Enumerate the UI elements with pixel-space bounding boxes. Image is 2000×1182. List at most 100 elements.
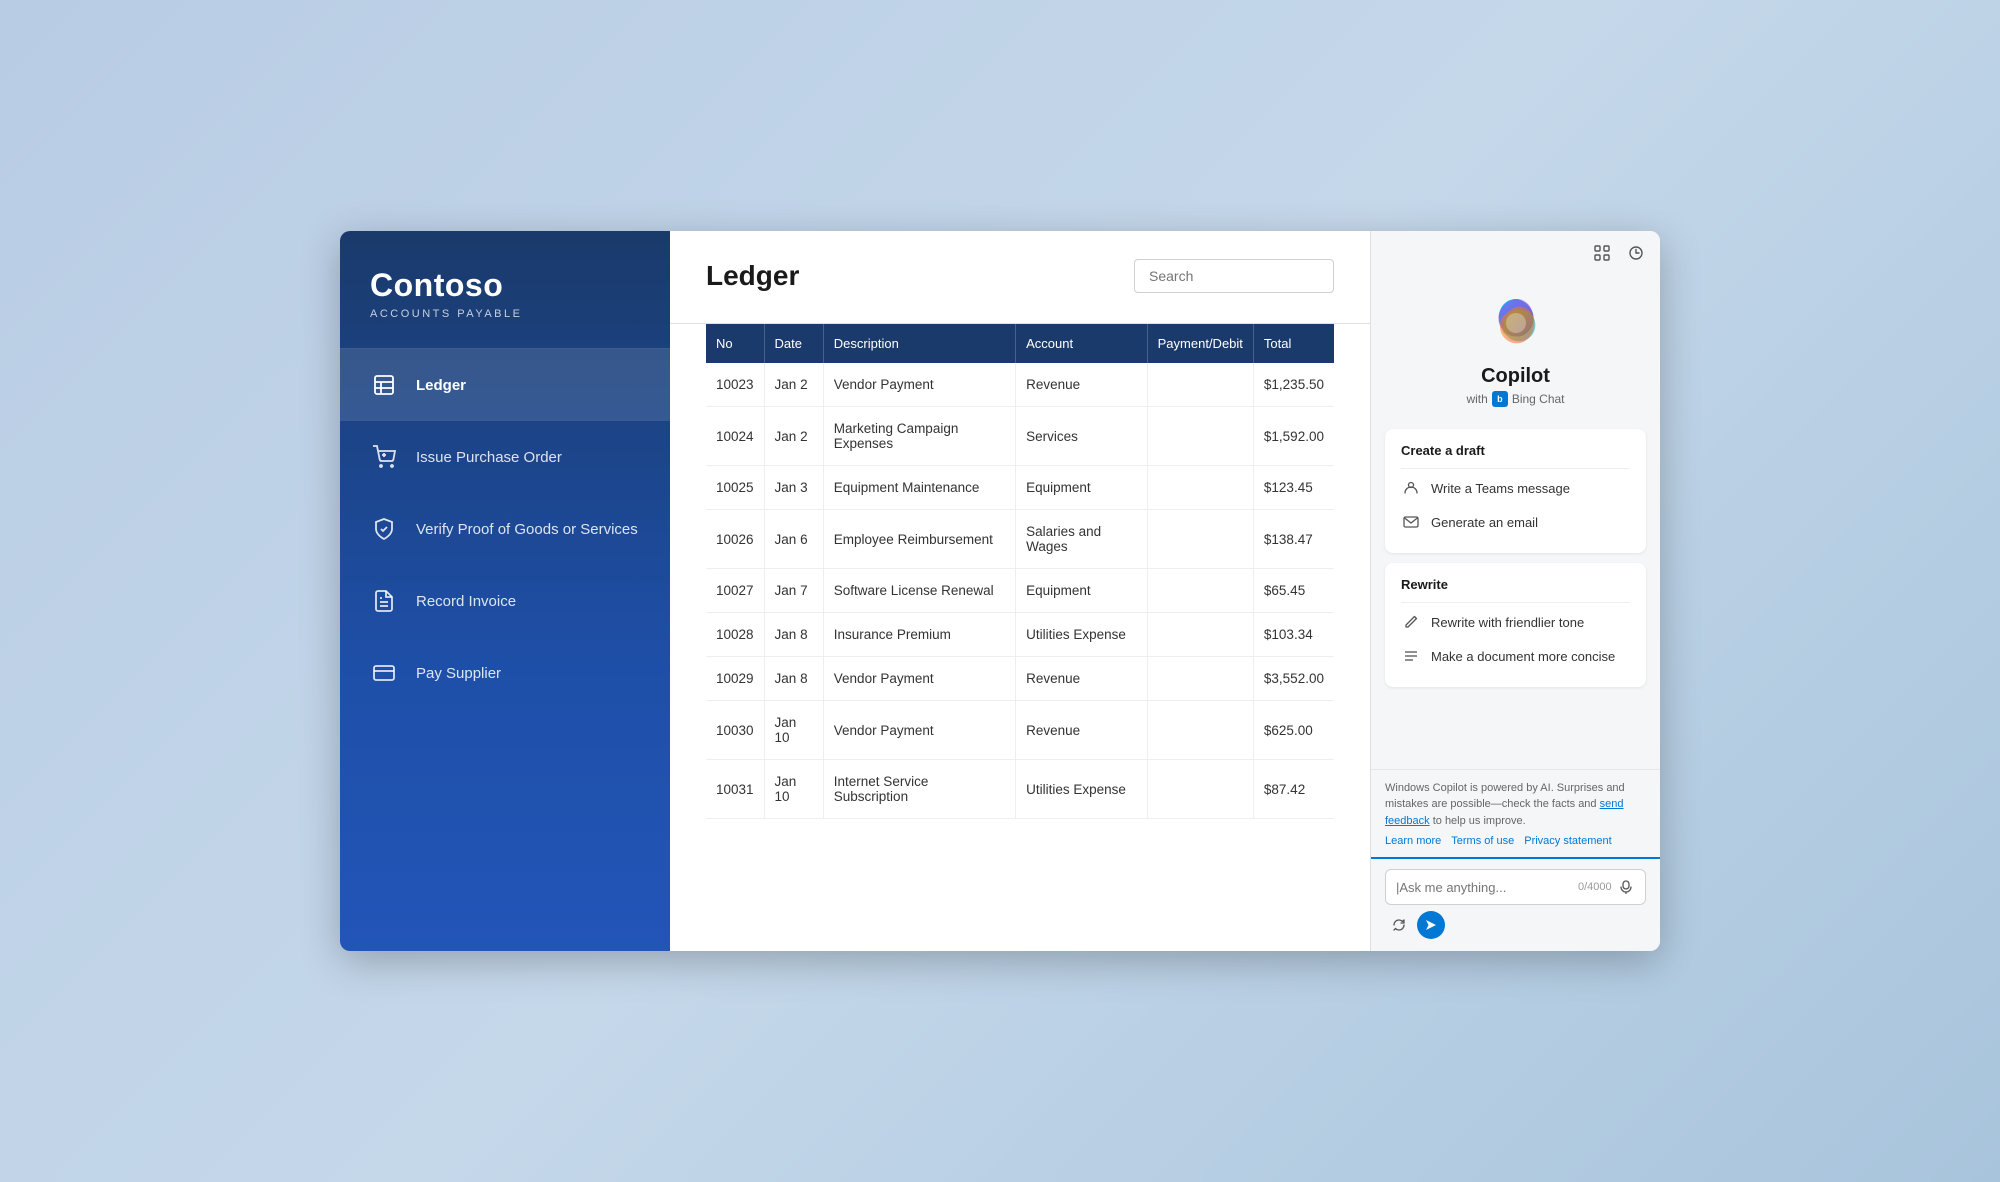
cell-description: Equipment Maintenance	[823, 466, 1015, 510]
copilot-input-area: 0/4000	[1371, 857, 1660, 951]
pay-icon	[370, 659, 398, 687]
rewrite-divider	[1401, 602, 1630, 603]
sidebar-item-ledger-label: Ledger	[416, 377, 466, 394]
sidebar-item-purchase-order[interactable]: Issue Purchase Order	[340, 421, 670, 493]
cell-no: 10027	[706, 569, 764, 613]
cell-account: Salaries and Wages	[1016, 510, 1148, 569]
main-title-row: Ledger	[706, 259, 1334, 293]
cell-date: Jan 10	[764, 701, 823, 760]
sidebar-item-invoice-label: Record Invoice	[416, 593, 516, 610]
sidebar-item-purchase-label: Issue Purchase Order	[416, 449, 562, 466]
generate-email-action[interactable]: Generate an email	[1401, 505, 1630, 539]
cell-date: Jan 3	[764, 466, 823, 510]
table-row[interactable]: 10024Jan 2Marketing Campaign ExpensesSer…	[706, 407, 1334, 466]
mic-icon[interactable]	[1618, 876, 1635, 898]
generate-email-label: Generate an email	[1431, 515, 1538, 530]
table-row[interactable]: 10027Jan 7Software License RenewalEquipm…	[706, 569, 1334, 613]
cell-payment_debit	[1147, 613, 1253, 657]
cell-total: $625.00	[1253, 701, 1334, 760]
cell-total: $138.47	[1253, 510, 1334, 569]
table-row[interactable]: 10031Jan 10Internet Service Subscription…	[706, 760, 1334, 819]
verify-icon	[370, 515, 398, 543]
cell-date: Jan 7	[764, 569, 823, 613]
cell-account: Revenue	[1016, 363, 1148, 407]
copilot-header: Copilot with b Bing Chat	[1371, 275, 1660, 421]
cell-description: Vendor Payment	[823, 657, 1015, 701]
cell-no: 10026	[706, 510, 764, 569]
friendlier-tone-action[interactable]: Rewrite with friendlier tone	[1401, 605, 1630, 639]
copilot-panel: Copilot with b Bing Chat Create a draft …	[1370, 231, 1660, 951]
cell-no: 10031	[706, 760, 764, 819]
col-date: Date	[764, 324, 823, 363]
cell-total: $87.42	[1253, 760, 1334, 819]
footer-links: Learn more Terms of use Privacy statemen…	[1385, 835, 1646, 847]
rewrite-title: Rewrite	[1401, 577, 1630, 592]
sidebar-item-pay-supplier[interactable]: Pay Supplier	[340, 637, 670, 709]
sidebar-item-verify-label: Verify Proof of Goods or Services	[416, 521, 638, 538]
cell-payment_debit	[1147, 569, 1253, 613]
refresh-tool-button[interactable]	[1385, 911, 1413, 939]
cell-total: $65.45	[1253, 569, 1334, 613]
send-button[interactable]	[1417, 911, 1445, 939]
search-input[interactable]	[1134, 259, 1334, 293]
sidebar-item-verify-proof[interactable]: Verify Proof of Goods or Services	[340, 493, 670, 565]
col-payment-debit: Payment/Debit	[1147, 324, 1253, 363]
table-row[interactable]: 10026Jan 6Employee ReimbursementSalaries…	[706, 510, 1334, 569]
char-count: 0/4000	[1578, 881, 1612, 893]
cell-account: Equipment	[1016, 466, 1148, 510]
history-icon[interactable]	[1622, 239, 1650, 267]
ledger-table: No Date Description Account Payment/Debi…	[706, 324, 1334, 819]
cell-payment_debit	[1147, 760, 1253, 819]
rewrite-card: Rewrite Rewrite with friendlier tone Mak…	[1385, 563, 1646, 687]
cell-date: Jan 2	[764, 407, 823, 466]
cell-description: Insurance Premium	[823, 613, 1015, 657]
ledger-table-container: No Date Description Account Payment/Debi…	[670, 324, 1370, 951]
footer-disclaimer: Windows Copilot is powered by AI. Surpri…	[1385, 780, 1646, 830]
col-description: Description	[823, 324, 1015, 363]
sidebar-item-ledger[interactable]: Ledger	[340, 349, 670, 421]
cell-date: Jan 8	[764, 613, 823, 657]
page-title: Ledger	[706, 260, 799, 292]
more-concise-label: Make a document more concise	[1431, 649, 1615, 664]
copilot-body: Create a draft Write a Teams message Gen…	[1371, 421, 1660, 769]
copilot-subtitle: with b Bing Chat	[1466, 391, 1564, 407]
cell-total: $103.34	[1253, 613, 1334, 657]
cell-description: Vendor Payment	[823, 701, 1015, 760]
email-icon	[1401, 512, 1421, 532]
cell-payment_debit	[1147, 510, 1253, 569]
sidebar-header: Contoso ACCOUNTS PAYABLE	[340, 231, 670, 349]
pencil-icon	[1401, 612, 1421, 632]
more-concise-action[interactable]: Make a document more concise	[1401, 639, 1630, 673]
ledger-icon	[370, 371, 398, 399]
app-window: Contoso ACCOUNTS PAYABLE Ledger Issue Pu…	[340, 231, 1660, 951]
copilot-footer: Windows Copilot is powered by AI. Surpri…	[1371, 769, 1660, 858]
cell-total: $1,235.50	[1253, 363, 1334, 407]
cart-icon	[370, 443, 398, 471]
learn-more-link[interactable]: Learn more	[1385, 835, 1441, 847]
cell-payment_debit	[1147, 407, 1253, 466]
ask-input[interactable]	[1396, 880, 1572, 895]
ask-input-row: 0/4000	[1385, 869, 1646, 905]
cell-description: Internet Service Subscription	[823, 760, 1015, 819]
cell-no: 10023	[706, 363, 764, 407]
grid-icon[interactable]	[1588, 239, 1616, 267]
send-feedback-link[interactable]: send feedback	[1385, 798, 1623, 827]
sidebar-subtitle: ACCOUNTS PAYABLE	[370, 308, 640, 320]
teams-message-action[interactable]: Write a Teams message	[1401, 471, 1630, 505]
terms-link[interactable]: Terms of use	[1451, 835, 1514, 847]
table-row[interactable]: 10023Jan 2Vendor PaymentRevenue$1,235.50	[706, 363, 1334, 407]
table-row[interactable]: 10029Jan 8Vendor PaymentRevenue$3,552.00	[706, 657, 1334, 701]
cell-date: Jan 2	[764, 363, 823, 407]
sidebar-item-record-invoice[interactable]: Record Invoice	[340, 565, 670, 637]
cell-date: Jan 8	[764, 657, 823, 701]
privacy-link[interactable]: Privacy statement	[1524, 835, 1611, 847]
lines-icon	[1401, 646, 1421, 666]
cell-no: 10024	[706, 407, 764, 466]
cell-description: Software License Renewal	[823, 569, 1015, 613]
table-row[interactable]: 10028Jan 8Insurance PremiumUtilities Exp…	[706, 613, 1334, 657]
table-row[interactable]: 10025Jan 3Equipment MaintenanceEquipment…	[706, 466, 1334, 510]
sidebar-nav: Ledger Issue Purchase Order Verify Proof…	[340, 349, 670, 951]
cell-no: 10030	[706, 701, 764, 760]
table-row[interactable]: 10030Jan 10Vendor PaymentRevenue$625.00	[706, 701, 1334, 760]
cell-no: 10029	[706, 657, 764, 701]
